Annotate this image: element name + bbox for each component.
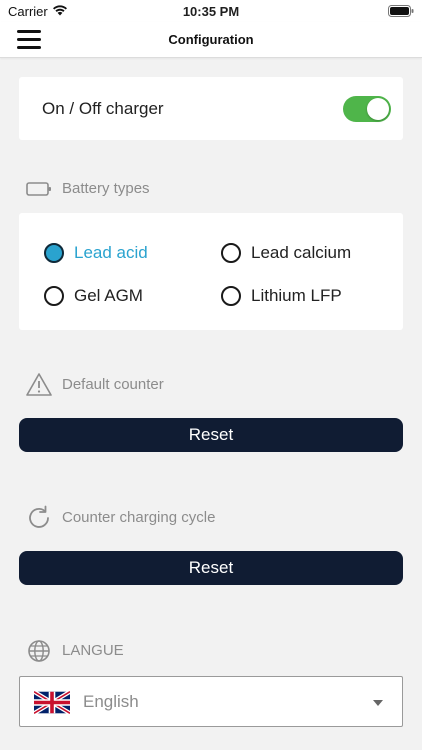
section-title: Counter charging cycle	[62, 509, 216, 526]
switch-knob	[367, 98, 389, 120]
refresh-icon	[29, 505, 49, 528]
radio-label: Gel AGM	[74, 286, 143, 305]
radio-label: Lead acid	[74, 243, 148, 262]
globe-icon	[28, 640, 50, 662]
page-title: Configuration	[168, 32, 254, 47]
reset-charging-cycle-button[interactable]: Reset	[19, 551, 403, 585]
chevron-down-icon	[373, 700, 383, 706]
warning-icon	[26, 373, 52, 396]
section-title: LANGUE	[62, 642, 124, 659]
battery-icon	[26, 182, 51, 196]
nav-header: Configuration	[0, 22, 422, 58]
radio-dot	[44, 286, 64, 306]
uk-flag-icon	[34, 691, 70, 714]
battery-status-icon	[388, 5, 414, 17]
battery-types-card: Lead acid Lead calcium Gel AGM Lithium L…	[19, 213, 403, 330]
status-bar: Carrier 10:35 PM	[0, 0, 422, 22]
radio-label: Lead calcium	[251, 243, 352, 262]
radio-dot	[44, 243, 64, 263]
radio-label: Lithium LFP	[251, 286, 342, 305]
section-title: Default counter	[62, 376, 164, 393]
language-value: English	[83, 692, 139, 711]
clock: 10:35 PM	[182, 4, 240, 19]
charger-toggle-card: On / Off charger	[19, 77, 403, 140]
language-select[interactable]: English	[19, 676, 403, 727]
charger-toggle-label: On / Off charger	[42, 99, 164, 118]
reset-default-counter-button[interactable]: Reset	[19, 418, 403, 452]
radio-dot	[221, 243, 241, 263]
section-title: Battery types	[62, 180, 150, 197]
charger-toggle-switch[interactable]	[343, 96, 391, 122]
radio-dot	[221, 286, 241, 306]
